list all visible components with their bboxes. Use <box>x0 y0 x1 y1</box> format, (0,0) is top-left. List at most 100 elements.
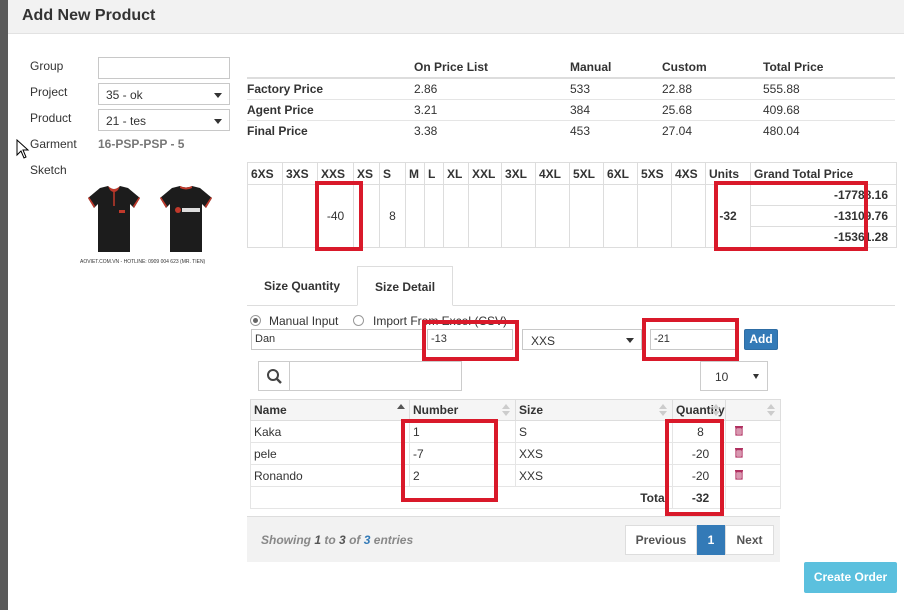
column-header-label: Number <box>413 403 459 417</box>
highlight-box <box>422 320 519 361</box>
sort-icon <box>659 404 667 416</box>
size-cell <box>603 184 638 248</box>
product-value: 21 - tes <box>106 114 147 128</box>
mouse-cursor-icon <box>16 139 30 159</box>
showing-total: 3 <box>363 533 371 547</box>
column-header-name[interactable]: Name <box>250 399 410 421</box>
price-row: Final Price 3.38 453 27.04 480.04 <box>247 119 895 141</box>
size-cell <box>501 184 536 248</box>
sketch-back-image <box>160 186 212 252</box>
price-header: Custom <box>662 59 707 74</box>
size-cell <box>405 184 425 248</box>
sort-icon <box>712 404 720 416</box>
manual-input-radio[interactable] <box>250 315 261 326</box>
trash-icon[interactable] <box>734 425 744 436</box>
page-length-value: 10 <box>715 370 729 384</box>
previous-button[interactable]: Previous <box>625 525 697 555</box>
search-button[interactable] <box>259 362 290 390</box>
size-header: 5XL <box>569 162 604 185</box>
size-cell <box>282 184 318 248</box>
search-box <box>258 361 462 391</box>
cell-name: pele <box>250 442 410 465</box>
column-header-number[interactable]: Number <box>409 399 516 421</box>
size-cell: 8 <box>379 184 406 248</box>
name-input[interactable]: Dan <box>251 329 423 350</box>
page-1-button[interactable]: 1 <box>697 525 725 555</box>
column-header-label: Size <box>519 403 544 417</box>
price-cell: 3.21 <box>414 98 570 120</box>
group-input[interactable] <box>98 57 230 79</box>
size-header: 5XS <box>637 162 672 185</box>
trash-icon[interactable] <box>734 469 744 480</box>
highlight-box <box>315 181 363 251</box>
column-header-size[interactable]: Size <box>515 399 673 421</box>
size-header: 6XL <box>603 162 638 185</box>
showing-from: 1 <box>314 533 322 547</box>
manual-input-label: Manual Input <box>269 314 339 328</box>
size-header: 6XS <box>247 162 283 185</box>
project-value: 35 - ok <box>106 88 143 102</box>
cell-name: Kaka <box>250 420 410 443</box>
price-cell: Factory Price <box>247 77 414 99</box>
price-cell: 480.04 <box>763 119 895 141</box>
price-cell: 27.04 <box>662 119 763 141</box>
showing-to: 3 <box>339 533 346 547</box>
sort-icon <box>502 404 510 416</box>
price-cell: 22.88 <box>662 77 763 99</box>
price-cell: Agent Price <box>247 98 414 120</box>
price-row: Agent Price 3.21 384 25.68 409.68 <box>247 98 895 120</box>
price-header: Manual <box>570 59 612 74</box>
price-cell: 555.88 <box>763 77 895 99</box>
size-header: S <box>379 162 406 185</box>
price-header <box>247 56 414 78</box>
highlight-box <box>401 419 498 502</box>
highlight-box <box>714 181 868 251</box>
product-label: Product <box>30 111 72 125</box>
tab-size-quantity[interactable]: Size Quantity <box>247 266 357 306</box>
create-order-button[interactable]: Create Order <box>804 562 897 593</box>
column-header-quantity[interactable]: Quantity <box>672 399 726 421</box>
showing-entries: entries <box>373 533 414 547</box>
sort-icon <box>767 404 775 416</box>
project-label: Project <box>30 85 68 99</box>
modal-title: Add New Product <box>22 7 156 24</box>
total-empty <box>725 486 781 509</box>
size-header: L <box>424 162 444 185</box>
cell-size: XXS <box>515 464 673 487</box>
search-input[interactable] <box>291 362 461 390</box>
showing-of-word: of <box>349 533 361 547</box>
cell-actions <box>725 464 781 487</box>
size-header: M <box>405 162 425 185</box>
sketch-caption: AOVIET.COM.VN - HOTLINE: 0909 004 623 (M… <box>80 259 206 265</box>
import-csv-radio[interactable] <box>353 315 364 326</box>
size-header: 3XS <box>282 162 318 185</box>
tab-bar: Size Quantity Size Detail <box>247 266 895 306</box>
size-select-value: XXS <box>531 334 556 348</box>
size-cell <box>535 184 570 248</box>
column-header-label: Name <box>254 403 287 417</box>
trash-icon[interactable] <box>734 447 744 458</box>
cell-name: Ronando <box>250 464 410 487</box>
page-length-select[interactable]: 10 <box>700 361 768 391</box>
next-button[interactable]: Next <box>725 525 774 555</box>
price-cell: 409.68 <box>763 98 895 120</box>
price-header: On Price List <box>414 59 489 74</box>
add-button[interactable]: Add <box>744 329 778 350</box>
size-cell <box>671 184 706 248</box>
size-cell <box>468 184 502 248</box>
chevron-down-icon <box>753 374 759 379</box>
size-select[interactable]: XXS <box>522 329 642 350</box>
price-cell: 2.86 <box>414 77 570 99</box>
price-header: Total Price <box>763 59 824 74</box>
highlight-box <box>642 318 739 361</box>
showing-to-word: to <box>324 533 336 547</box>
product-select[interactable]: 21 - tes <box>98 109 230 131</box>
column-header-actions[interactable] <box>725 399 781 421</box>
size-cell <box>443 184 469 248</box>
chevron-down-icon <box>214 119 222 124</box>
project-select[interactable]: 35 - ok <box>98 83 230 105</box>
size-header: XXL <box>468 162 502 185</box>
price-cell: Final Price <box>247 119 414 141</box>
tab-size-detail[interactable]: Size Detail <box>357 266 454 306</box>
size-cell <box>637 184 672 248</box>
